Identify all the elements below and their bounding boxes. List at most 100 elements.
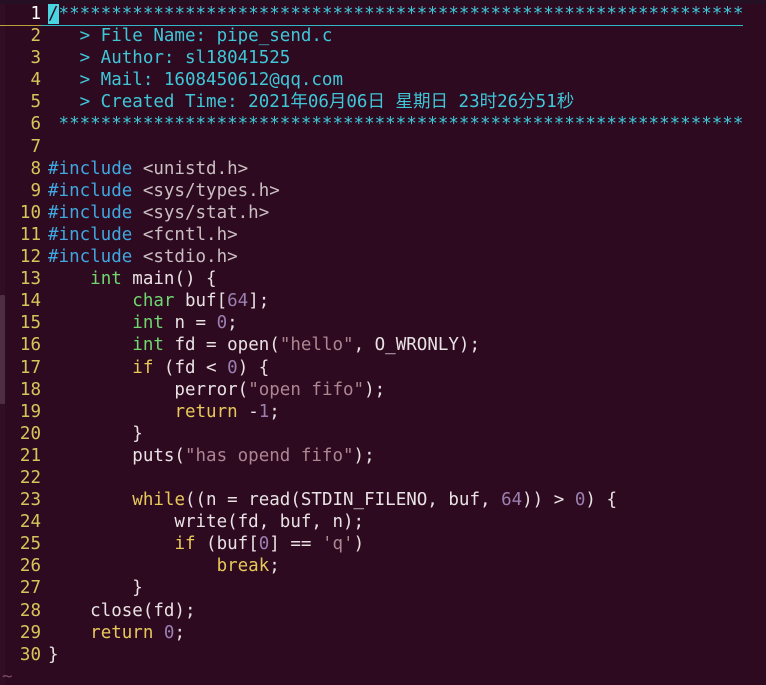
code-token: <sys/types.h>	[142, 180, 280, 201]
code-token: fd = open(	[163, 335, 280, 356]
line-number: 18	[19, 379, 41, 400]
code-token: #include	[48, 158, 143, 179]
code-line[interactable]: 22	[0, 467, 766, 489]
code-token: ] ==	[269, 534, 322, 555]
code-editor-buffer[interactable]: 1/**************************************…	[0, 3, 766, 685]
line-number: 7	[30, 136, 41, 157]
code-line-content: close(fd);	[41, 600, 195, 622]
code-token: ;	[227, 313, 238, 334]
code-token: )) >	[522, 490, 575, 511]
code-line[interactable]: 12 #include <stdio.h>	[0, 246, 766, 268]
code-line[interactable]: 16 int fd = open("hello", O_WRONLY);	[0, 334, 766, 356]
line-number: 15	[19, 313, 41, 334]
code-token: <stdio.h>	[142, 247, 238, 268]
line-number: 25	[19, 534, 41, 555]
line-number: 12	[19, 247, 41, 268]
code-line[interactable]: 15 int n = 0;	[0, 312, 766, 334]
code-line-content: > File Name: pipe_send.c	[41, 25, 333, 47]
code-line[interactable]: 29 return 0;	[0, 622, 766, 644]
code-token: if	[132, 357, 154, 378]
code-token: > Mail: 1608450612@qq.com	[48, 70, 344, 91]
code-line-content: if (buf[0] == 'q')	[41, 533, 364, 555]
code-token: ) {	[237, 357, 270, 378]
code-token: ;	[174, 622, 186, 643]
code-line[interactable]: 14 char buf[64];	[0, 290, 766, 312]
code-line[interactable]: 20 }	[0, 423, 766, 445]
code-token: 1	[258, 401, 270, 422]
code-token: ****************************************…	[48, 114, 744, 135]
code-line-content: write(fd, buf, n);	[41, 511, 364, 533]
code-token: ;	[269, 401, 280, 422]
code-token: buf[	[174, 291, 228, 312]
code-line[interactable]: 11 #include <fcntl.h>	[0, 224, 766, 246]
line-number: 13	[19, 269, 41, 290]
code-line[interactable]: 3 > Author: sl18041525	[0, 47, 766, 69]
line-number: 21	[19, 445, 41, 466]
code-line[interactable]: 10 #include <sys/stat.h>	[0, 202, 766, 224]
code-line[interactable]: 26 break;	[0, 555, 766, 577]
code-token: <fcntl.h>	[142, 224, 238, 245]
line-number: 19	[19, 401, 41, 422]
code-token: int	[132, 335, 164, 356]
code-token: break	[216, 556, 270, 577]
line-number: 8	[30, 158, 41, 179]
vertical-scrollbar-track[interactable]	[0, 0, 5, 685]
code-token: perror(	[48, 379, 249, 400]
code-token: (buf[	[195, 534, 259, 555]
code-line[interactable]: 5 > Created Time: 2021年06月06日 星期日 23时26分…	[0, 91, 766, 113]
code-line[interactable]: 30}	[0, 644, 766, 666]
code-line[interactable]: 27 }	[0, 577, 766, 599]
code-token: <unistd.h>	[142, 158, 249, 179]
code-token: 0	[216, 313, 228, 334]
code-line-content: puts("has opend fifo");	[41, 445, 374, 467]
code-line[interactable]: 25 if (buf[0] == 'q')	[0, 533, 766, 555]
code-token: );	[364, 379, 386, 400]
code-token: int	[132, 313, 164, 334]
line-number: 29	[19, 622, 41, 643]
code-line[interactable]: 21 puts("has opend fifo");	[0, 445, 766, 467]
line-number: 9	[30, 180, 41, 201]
code-line[interactable]: 6 **************************************…	[0, 113, 766, 135]
line-number: 30	[19, 644, 41, 665]
code-line[interactable]: 19 return -1;	[0, 401, 766, 423]
line-number: 11	[19, 224, 41, 245]
code-line-content: int main() {	[41, 268, 217, 290]
code-token: ) {	[585, 490, 617, 511]
code-token: #include	[48, 247, 143, 268]
code-token: n =	[163, 313, 217, 334]
code-line-content: }	[41, 577, 143, 599]
code-line[interactable]: 4 > Mail: 1608450612@qq.com	[0, 69, 766, 91]
line-number: 5	[30, 92, 41, 113]
code-line[interactable]: 7	[0, 136, 766, 158]
code-line-content: int n = 0;	[41, 312, 238, 334]
code-token: (fd <	[153, 357, 228, 378]
code-line[interactable]: 13 int main() {	[0, 268, 766, 290]
code-token: , O_WRONLY);	[353, 335, 481, 356]
code-line[interactable]: 18 perror("open fifo");	[0, 379, 766, 401]
code-line[interactable]: 8 #include <unistd.h>	[0, 158, 766, 180]
code-line[interactable]: 23 while((n = read(STDIN_FILENO, buf, 64…	[0, 489, 766, 511]
code-line[interactable]: 24 write(fd, buf, n);	[0, 511, 766, 533]
code-token: -	[237, 401, 259, 422]
code-line[interactable]: 9 #include <sys/types.h>	[0, 180, 766, 202]
vertical-scrollbar-thumb[interactable]	[0, 294, 5, 405]
code-token: ((n = read(STDIN_FILENO, buf,	[184, 490, 502, 511]
code-token: }	[48, 644, 59, 665]
code-line[interactable]: 17 if (fd < 0) {	[0, 357, 766, 379]
code-token: }	[48, 578, 143, 599]
code-line[interactable]: 28 close(fd);	[0, 600, 766, 622]
empty-line-marker-row: ~	[0, 666, 766, 685]
code-token: int	[90, 269, 122, 290]
code-line-content: #include <fcntl.h>	[41, 224, 238, 246]
code-line[interactable]: 2 > File Name: pipe_send.c	[0, 25, 766, 47]
code-line[interactable]: 1/**************************************…	[0, 3, 766, 27]
code-token: main() {	[121, 269, 217, 290]
